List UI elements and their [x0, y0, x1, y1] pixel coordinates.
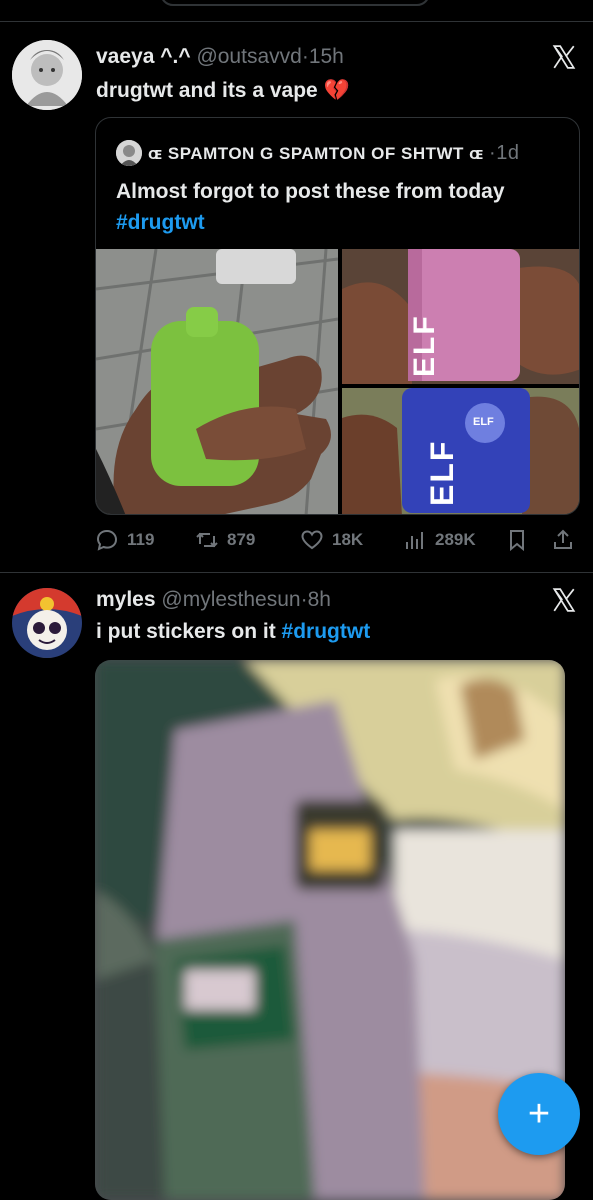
broken-heart-emoji: 💔 — [323, 79, 350, 102]
quote-media-grid: ELF ELF ELF — [96, 249, 579, 514]
heart-icon — [301, 530, 323, 550]
post-text-body: drugtwt and its a vape — [96, 79, 318, 102]
hashtag-link[interactable]: #drugtwt — [282, 620, 371, 643]
pink-elf-photo — [342, 249, 579, 384]
green-vape-photo — [96, 249, 338, 514]
post-text: drugtwt and its a vape 💔 — [96, 79, 350, 103]
like-count: 18K — [332, 530, 364, 549]
bookmark-button[interactable] — [505, 525, 529, 555]
share-button[interactable] — [551, 525, 575, 555]
action-bar: 119 879 18K 289K — [95, 525, 580, 555]
blue-elf-brand: ELF — [424, 439, 460, 506]
handle[interactable]: @outsavvd — [196, 45, 301, 68]
blue-elf-photo — [342, 388, 579, 514]
handle[interactable]: @mylesthesun — [161, 588, 300, 611]
repost-icon — [196, 532, 218, 548]
repost-count: 879 — [227, 530, 256, 549]
x-logo-icon[interactable] — [551, 44, 577, 70]
like-button[interactable]: 18K — [300, 525, 363, 555]
plus-icon: + — [527, 1093, 551, 1135]
quote-text-body: Almost forgot to post these from today — [116, 180, 505, 203]
share-icon — [554, 529, 572, 549]
x-logo-icon[interactable] — [551, 587, 577, 613]
post-vaeya[interactable]: vaeya ^.^ @outsavvd·15h drugtwt and its … — [0, 0, 593, 572]
reply-button[interactable]: 119 — [95, 525, 154, 555]
media-pink-elf[interactable]: ELF — [342, 249, 579, 384]
separator: · — [301, 45, 309, 68]
display-name[interactable]: myles — [96, 588, 156, 611]
quote-header: ɶ SPAMTON G SPAMTON OF SHTWT ɶ ·1d — [148, 142, 519, 165]
bookmark-icon — [510, 530, 524, 552]
pink-elf-brand: ELF — [408, 314, 441, 377]
post-text: i put stickers on it #drugtwt — [96, 620, 370, 644]
reply-count: 119 — [127, 530, 155, 549]
separator: · — [300, 588, 308, 611]
views-count: 289K — [435, 530, 476, 549]
quote-text: Almost forgot to post these from today #… — [116, 176, 566, 238]
quote-display-name[interactable]: ɶ SPAMTON G SPAMTON OF SHTWT ɶ — [148, 144, 484, 163]
timestamp[interactable]: 8h — [308, 588, 331, 611]
post-header: vaeya ^.^ @outsavvd·15h — [96, 45, 344, 69]
views-button[interactable]: 289K — [403, 525, 476, 555]
display-name[interactable]: vaeya ^.^ — [96, 45, 191, 68]
post-media-photo[interactable] — [95, 660, 565, 1200]
repost-button[interactable]: 879 — [195, 525, 255, 555]
avatar-drawing — [12, 588, 82, 658]
quote-timestamp[interactable]: 1d — [496, 142, 519, 164]
quote-avatar[interactable] — [116, 140, 142, 166]
compose-button[interactable]: + — [498, 1073, 580, 1155]
hashtag-link[interactable]: #drugtwt — [116, 211, 205, 234]
timestamp[interactable]: 15h — [309, 45, 344, 68]
media-green-vape[interactable] — [96, 249, 338, 514]
quote-card[interactable]: ɶ SPAMTON G SPAMTON OF SHTWT ɶ ·1d Almos… — [95, 117, 580, 515]
avatar[interactable] — [12, 588, 82, 658]
blue-elf-badge: ELF — [473, 416, 494, 428]
avatar[interactable] — [12, 40, 82, 110]
reply-icon — [96, 529, 118, 551]
stickered-vape-photo — [95, 660, 565, 1200]
views-chart-icon — [406, 532, 423, 549]
post-header: myles @mylesthesun·8h — [96, 588, 331, 612]
media-blue-elf[interactable]: ELF ELF — [342, 388, 579, 514]
quote-avatar-drawing — [116, 140, 142, 166]
avatar-drawing — [12, 40, 82, 110]
post-text-body: i put stickers on it — [96, 620, 282, 643]
